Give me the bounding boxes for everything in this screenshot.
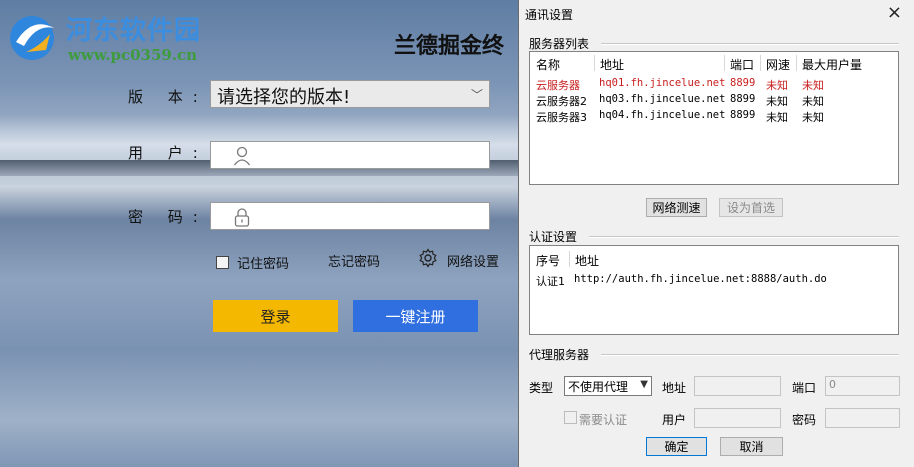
communication-settings-dialog: 通讯设置 × 服务器列表 名称 地址 端口 网速 最大用户量 云服务器 hq01… xyxy=(518,0,914,467)
server-address: hq01.fh.jincelue.net xyxy=(599,77,726,89)
watermark-site-name: 河东软件园 xyxy=(66,16,202,46)
column-header-address[interactable]: 地址 xyxy=(575,252,599,269)
column-header-name[interactable]: 名称 xyxy=(536,56,560,73)
version-select[interactable]: 请选择您的版本! ﹀ xyxy=(210,80,490,108)
close-icon[interactable]: × xyxy=(887,2,902,23)
server-speed: 未知 xyxy=(766,111,788,124)
column-separator xyxy=(760,55,761,71)
column-separator xyxy=(796,55,797,71)
gear-icon[interactable] xyxy=(418,248,438,268)
need-auth-label: 需要认证 xyxy=(579,413,628,427)
server-max-users: 未知 xyxy=(802,95,824,108)
version-label: 版 本: xyxy=(128,88,208,106)
app-title: 兰德掘金终 xyxy=(394,34,505,59)
forgot-password-link[interactable]: 忘记密码 xyxy=(328,251,380,270)
section-divider xyxy=(589,236,899,238)
proxy-port-label: 端口 xyxy=(792,381,817,395)
server-speed: 未知 xyxy=(766,95,788,108)
server-name: 云服务器 xyxy=(536,79,580,92)
proxy-address-label: 地址 xyxy=(662,381,687,395)
password-label: 密 码: xyxy=(128,208,208,226)
column-separator xyxy=(724,55,725,71)
server-port: 8899 xyxy=(730,109,756,121)
login-button[interactable]: 登录 xyxy=(213,300,338,332)
table-row[interactable]: 云服务器3 hq04.fh.jincelue.net 8899 未知 未知 xyxy=(530,109,898,125)
column-header-address[interactable]: 地址 xyxy=(600,56,624,73)
watermark-site-url: www.pc0359.cn xyxy=(68,46,198,64)
column-separator xyxy=(594,55,595,71)
chevron-down-icon: ﹀ xyxy=(470,88,483,102)
need-auth-checkbox[interactable] xyxy=(564,411,577,424)
server-port: 8899 xyxy=(730,93,756,105)
username-input[interactable] xyxy=(210,141,490,169)
lock-icon xyxy=(234,208,250,227)
version-select-value: 请选择您的版本! xyxy=(217,87,351,108)
ok-button[interactable]: 确定 xyxy=(646,437,707,456)
auth-settings-section-label: 认证设置 xyxy=(529,230,578,244)
server-speed: 未知 xyxy=(766,79,788,92)
table-row[interactable]: 云服务器2 hq03.fh.jincelue.net 8899 未知 未知 xyxy=(530,93,898,109)
auth-address: http://auth.fh.jincelue.net:8888/auth.do xyxy=(574,273,827,285)
server-max-users: 未知 xyxy=(802,79,824,92)
server-max-users: 未知 xyxy=(802,111,824,124)
column-separator xyxy=(569,251,570,267)
table-row[interactable]: 认证1 http://auth.fh.jincelue.net:8888/aut… xyxy=(530,273,898,289)
register-button[interactable]: 一键注册 xyxy=(353,300,478,332)
table-row[interactable]: 云服务器 hq01.fh.jincelue.net 8899 未知 未知 xyxy=(530,77,898,93)
column-header-port[interactable]: 端口 xyxy=(730,56,754,73)
password-input[interactable] xyxy=(210,202,490,230)
column-header-index[interactable]: 序号 xyxy=(536,252,560,269)
remember-password-label: 记住密码 xyxy=(237,257,290,272)
server-address: hq03.fh.jincelue.net xyxy=(599,93,726,105)
proxy-user-label: 用户 xyxy=(662,413,687,427)
proxy-user-input[interactable] xyxy=(694,408,781,428)
user-label: 用 户: xyxy=(128,144,208,162)
remember-password-checkbox[interactable] xyxy=(216,256,229,269)
proxy-server-section-label: 代理服务器 xyxy=(529,348,590,362)
auth-index: 认证1 xyxy=(536,275,565,288)
proxy-type-label: 类型 xyxy=(529,381,554,395)
network-speed-test-button[interactable]: 网络测速 xyxy=(646,198,707,217)
server-port: 8899 xyxy=(730,77,756,89)
column-header-max-users[interactable]: 最大用户量 xyxy=(802,56,862,73)
set-preferred-button[interactable]: 设为首选 xyxy=(719,198,783,217)
proxy-address-input[interactable] xyxy=(694,376,781,396)
proxy-password-label: 密码 xyxy=(792,413,817,427)
proxy-port-input[interactable]: 0 xyxy=(825,376,900,396)
proxy-password-input[interactable] xyxy=(825,408,900,428)
section-divider xyxy=(601,43,899,45)
network-settings-link[interactable]: 网络设置 xyxy=(447,251,499,270)
auth-list[interactable]: 序号 地址 认证1 http://auth.fh.jincelue.net:88… xyxy=(529,245,899,335)
user-icon xyxy=(233,146,251,166)
proxy-type-value: 不使用代理 xyxy=(568,380,629,394)
server-address: hq04.fh.jincelue.net xyxy=(599,109,726,121)
dialog-title: 通讯设置 xyxy=(525,8,574,22)
watermark-logo-icon xyxy=(10,16,54,60)
server-list-section-label: 服务器列表 xyxy=(529,37,590,51)
cancel-button[interactable]: 取消 xyxy=(720,437,783,456)
server-list[interactable]: 名称 地址 端口 网速 最大用户量 云服务器 hq01.fh.jincelue.… xyxy=(529,51,899,185)
chevron-down-icon: ▼ xyxy=(640,379,648,390)
proxy-type-select[interactable]: 不使用代理 ▼ xyxy=(564,376,652,396)
column-header-speed[interactable]: 网速 xyxy=(766,56,790,73)
server-name: 云服务器3 xyxy=(536,111,587,124)
server-name: 云服务器2 xyxy=(536,95,587,108)
section-divider xyxy=(601,354,899,356)
